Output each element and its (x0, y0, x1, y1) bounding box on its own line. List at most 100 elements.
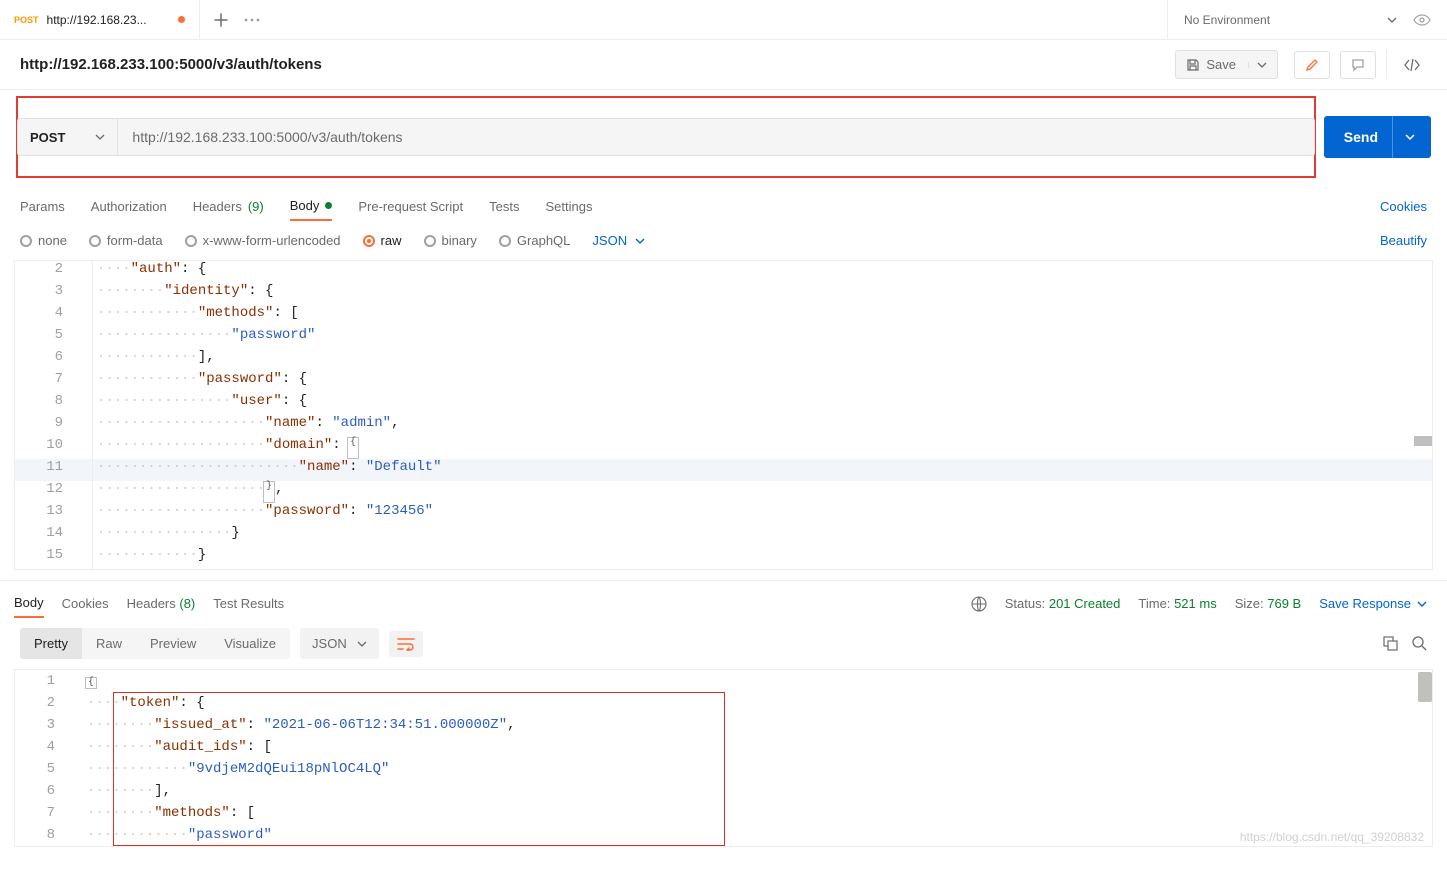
tab-prerequest[interactable]: Pre-request Script (358, 193, 463, 220)
code-line[interactable]: 4········"audit_ids": [ (15, 736, 1432, 758)
bodytype-graphql-label: GraphQL (517, 233, 570, 248)
code-line[interactable]: 15············} (15, 547, 1432, 569)
globe-icon[interactable] (971, 596, 987, 612)
tab-bar: POST http://192.168.23... No Environment (0, 0, 1447, 40)
code-line[interactable]: 6········], (15, 780, 1432, 802)
chevron-down-icon (357, 641, 367, 647)
response-toolbar: Pretty Raw Preview Visualize JSON (0, 618, 1447, 669)
resp-tab-headers[interactable]: Headers (8) (127, 590, 196, 617)
tab-headers[interactable]: Headers (9) (193, 193, 264, 220)
bodytype-none[interactable]: none (20, 233, 67, 248)
response-right-tools (1383, 636, 1427, 651)
status-block: Status: 201 Created (1005, 596, 1121, 611)
comment-icon (1351, 58, 1365, 72)
code-line[interactable]: 6············], (15, 349, 1432, 371)
code-line[interactable]: 2····"token": { (15, 692, 1432, 714)
view-visualize[interactable]: Visualize (210, 628, 290, 659)
save-caret[interactable] (1248, 62, 1267, 68)
code-line[interactable]: 14················} (15, 525, 1432, 547)
radio-icon (424, 235, 436, 247)
tab-body[interactable]: Body (290, 192, 333, 221)
more-icon[interactable] (244, 18, 260, 22)
radio-icon (363, 235, 375, 247)
radio-icon (499, 235, 511, 247)
response-format-label: JSON (312, 636, 347, 651)
comment-button[interactable] (1340, 51, 1376, 79)
time-block: Time: 521 ms (1138, 596, 1216, 611)
wrap-toggle[interactable] (389, 631, 423, 657)
request-title: http://192.168.233.100:5000/v3/auth/toke… (20, 56, 1165, 73)
resp-tab-cookies[interactable]: Cookies (62, 590, 109, 617)
code-line[interactable]: 13····················"password": "12345… (15, 503, 1432, 525)
radio-icon (20, 235, 32, 247)
tab-authorization[interactable]: Authorization (91, 193, 167, 220)
code-line[interactable]: 9····················"name": "admin", (15, 415, 1432, 437)
search-icon[interactable] (1412, 636, 1427, 651)
save-response-dropdown[interactable]: Save Response (1319, 596, 1427, 611)
bodytype-xwww[interactable]: x-www-form-urlencoded (185, 233, 341, 248)
tab-headers-label: Headers (193, 199, 242, 214)
environment-selector[interactable]: No Environment (1167, 0, 1447, 39)
code-icon (1403, 58, 1421, 72)
request-tab[interactable]: POST http://192.168.23... (0, 0, 200, 39)
chevron-down-icon (1387, 17, 1397, 23)
send-caret[interactable] (1392, 116, 1415, 158)
tab-tests[interactable]: Tests (489, 193, 519, 220)
url-input[interactable] (118, 119, 1313, 155)
view-mode-group: Pretty Raw Preview Visualize (20, 628, 290, 659)
bodytype-graphql[interactable]: GraphQL (499, 233, 570, 248)
view-pretty[interactable]: Pretty (20, 628, 82, 659)
save-button[interactable]: Save (1175, 50, 1278, 79)
resp-tab-results[interactable]: Test Results (213, 590, 284, 617)
code-panel-toggle[interactable] (1386, 50, 1437, 79)
code-line[interactable]: 5················"password" (15, 327, 1432, 349)
code-line[interactable]: 8············"password" (15, 824, 1432, 846)
url-highlight-box: POST (16, 96, 1316, 178)
beautify-link[interactable]: Beautify (1380, 233, 1427, 248)
tab-settings[interactable]: Settings (545, 193, 592, 220)
request-body-editor[interactable]: 2····"auth": {3········"identity": {4···… (14, 260, 1433, 570)
code-line[interactable]: 3········"issued_at": "2021-06-06T12:34:… (15, 714, 1432, 736)
plus-icon[interactable] (214, 13, 228, 27)
eye-icon[interactable] (1413, 14, 1431, 26)
view-preview[interactable]: Preview (136, 628, 210, 659)
bodytype-raw[interactable]: raw (363, 233, 402, 248)
code-line[interactable]: 12····················}, (15, 481, 1432, 503)
method-selector[interactable]: POST (18, 119, 118, 155)
raw-format-dropdown[interactable]: JSON (592, 233, 645, 248)
code-line[interactable]: 10····················"domain": { (15, 437, 1432, 459)
code-line[interactable]: 1{ (15, 670, 1432, 692)
code-line[interactable]: 4············"methods": [ (15, 305, 1432, 327)
request-subtabs: Params Authorization Headers (9) Body Pr… (0, 184, 1447, 221)
code-line[interactable]: 11························"name": "Defau… (15, 459, 1432, 481)
size-block: Size: 769 B (1235, 596, 1302, 611)
tab-params[interactable]: Params (20, 193, 65, 220)
cookies-link[interactable]: Cookies (1380, 199, 1427, 214)
unsaved-indicator-icon (178, 16, 185, 23)
response-format-dropdown[interactable]: JSON (300, 628, 379, 659)
code-line[interactable]: 7············"password": { (15, 371, 1432, 393)
headers-count: (9) (248, 199, 264, 214)
bodytype-binary-label: binary (442, 233, 477, 248)
code-line[interactable]: 7········"methods": [ (15, 802, 1432, 824)
copy-icon[interactable] (1383, 636, 1398, 651)
send-button[interactable]: Send (1324, 116, 1431, 158)
response-body-editor[interactable]: https://blog.csdn.net/qq_39208832 1{2···… (14, 669, 1433, 847)
code-line[interactable]: 8················"user": { (15, 393, 1432, 415)
code-line[interactable]: 5············"9vdjeM2dQEui18pNlOC4LQ" (15, 758, 1432, 780)
request-header: http://192.168.233.100:5000/v3/auth/toke… (0, 40, 1447, 90)
tab-title: http://192.168.23... (47, 13, 170, 27)
status-value: 201 Created (1049, 596, 1121, 611)
bodytype-binary[interactable]: binary (424, 233, 477, 248)
edit-button[interactable] (1294, 51, 1330, 79)
bodytype-none-label: none (38, 233, 67, 248)
pencil-icon (1305, 58, 1319, 72)
code-line[interactable]: 3········"identity": { (15, 283, 1432, 305)
code-line[interactable]: 2····"auth": { (15, 261, 1432, 283)
radio-icon (185, 235, 197, 247)
bodytype-formdata[interactable]: form-data (89, 233, 163, 248)
method-value: POST (30, 130, 65, 145)
view-raw[interactable]: Raw (82, 628, 136, 659)
tab-method-pill: POST (14, 15, 39, 25)
resp-tab-body[interactable]: Body (14, 589, 44, 618)
